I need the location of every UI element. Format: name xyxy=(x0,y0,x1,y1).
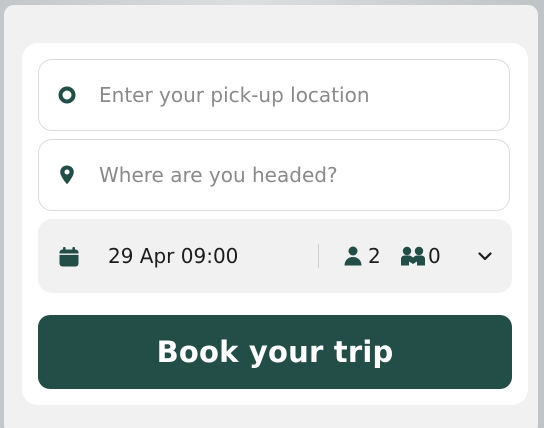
trip-options-bar: 29 Apr 09:00 2 0 xyxy=(38,219,512,293)
datetime-selector[interactable]: 29 Apr 09:00 xyxy=(38,219,318,293)
origin-circle-icon xyxy=(57,85,77,105)
pickup-input[interactable] xyxy=(99,60,499,130)
calendar-icon xyxy=(58,246,80,268)
options-divider xyxy=(318,244,319,268)
children-icon xyxy=(400,246,426,266)
person-icon xyxy=(342,246,364,266)
child-count: 0 xyxy=(428,244,441,268)
pickup-field[interactable] xyxy=(38,59,510,131)
booking-panel: 29 Apr 09:00 2 xyxy=(4,5,538,428)
datetime-value: 29 Apr 09:00 xyxy=(108,244,239,268)
map-pin-icon xyxy=(57,165,77,185)
passenger-selector[interactable]: 2 0 xyxy=(330,219,512,293)
destination-input[interactable] xyxy=(99,140,499,210)
chevron-down-icon[interactable] xyxy=(476,247,494,265)
booking-card: 29 Apr 09:00 2 xyxy=(22,43,528,405)
destination-field[interactable] xyxy=(38,139,510,211)
adult-count: 2 xyxy=(368,244,381,268)
book-trip-button[interactable]: Book your trip xyxy=(38,315,512,389)
